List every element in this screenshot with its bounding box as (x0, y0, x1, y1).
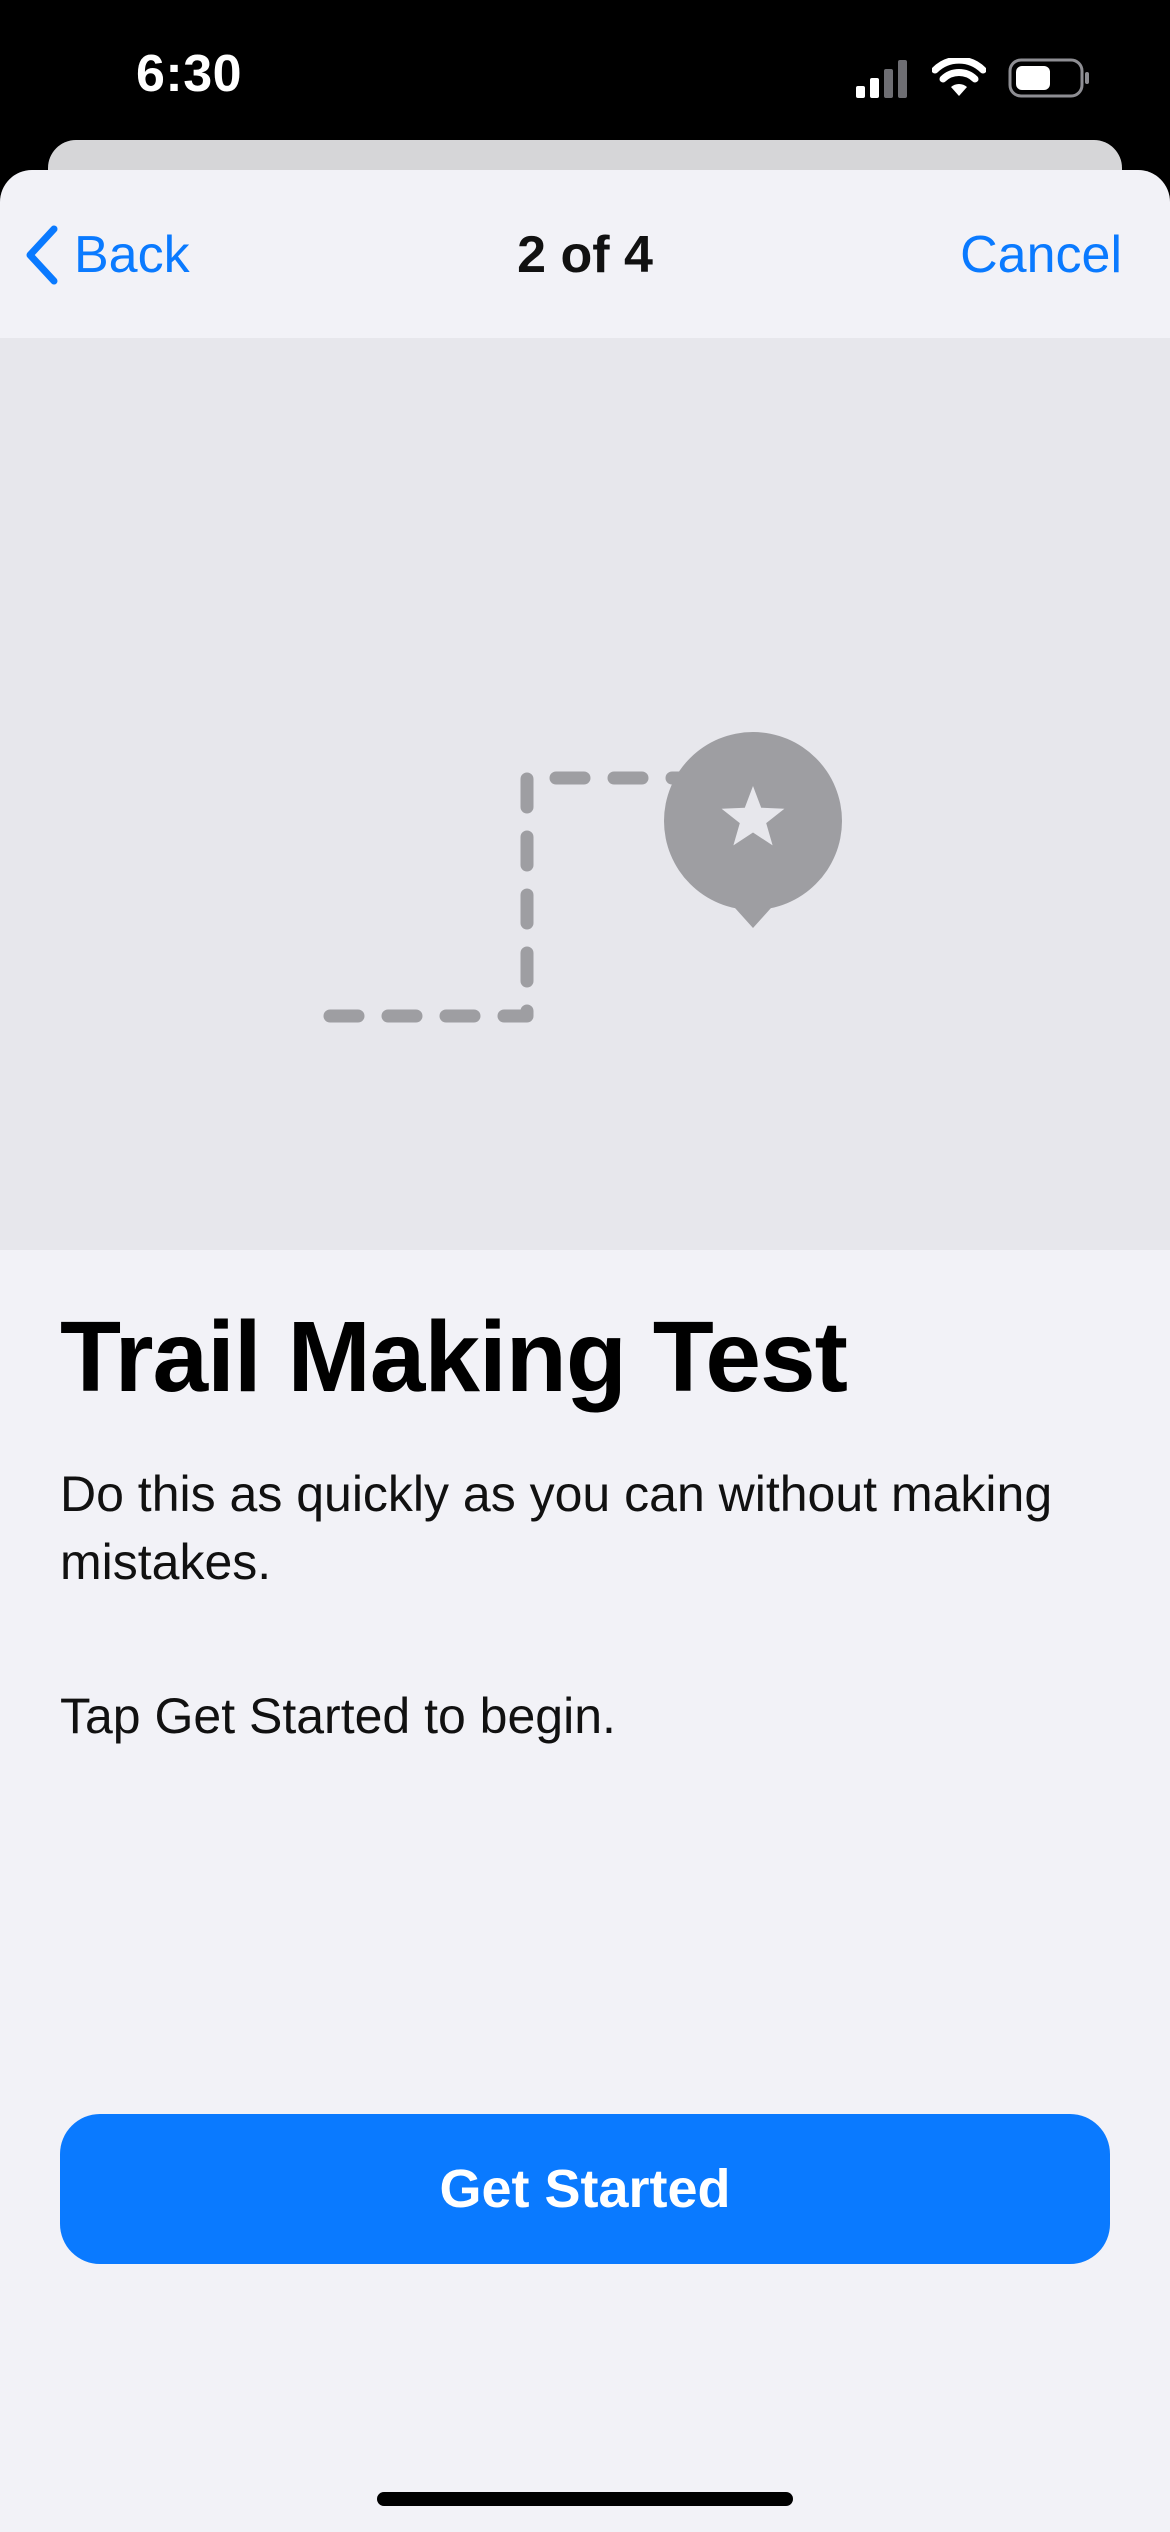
cellular-signal-icon (856, 60, 907, 98)
cancel-button[interactable]: Cancel (960, 220, 1122, 290)
home-indicator[interactable] (377, 2492, 793, 2506)
hero-illustration (0, 338, 1170, 1250)
battery-icon (1008, 58, 1089, 98)
back-button[interactable]: Back (24, 220, 190, 290)
chevron-left-icon (26, 225, 58, 285)
status-bar: 6:30 (0, 0, 1170, 150)
status-time: 6:30 (136, 45, 243, 103)
wifi-icon (932, 58, 986, 96)
instruction-text: Tap Get Started to begin. (60, 1688, 616, 1744)
trail-illustration (323, 732, 842, 1023)
page-title: Trail Making Test (60, 1301, 848, 1413)
modal-sheet: Back 2 of 4 Cancel Trail Making Test Do … (0, 170, 1170, 2532)
navigation-bar: Back 2 of 4 Cancel (0, 170, 1170, 338)
get-started-button[interactable]: Get Started (60, 2114, 1110, 2264)
back-button-label: Back (74, 226, 190, 284)
status-icons (854, 56, 1090, 100)
description-text: Do this as quickly as you can without ma… (60, 1466, 1053, 1590)
star-map-pin-icon (664, 732, 842, 928)
